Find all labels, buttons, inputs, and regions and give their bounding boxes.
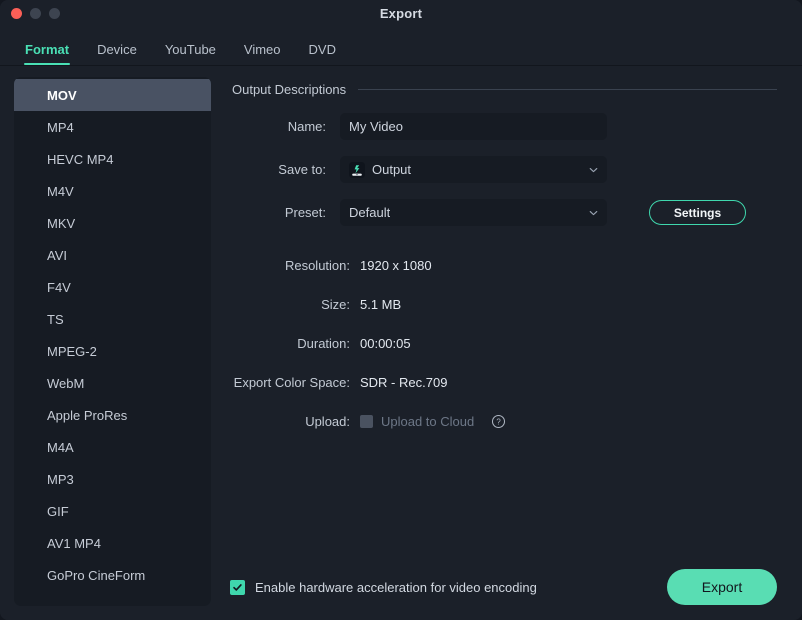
format-item-mpeg-2[interactable]: MPEG-2: [14, 335, 211, 367]
maximize-window-button[interactable]: [49, 8, 60, 19]
name-input-value: My Video: [349, 119, 403, 134]
settings-button[interactable]: Settings: [649, 200, 746, 225]
minimize-window-button[interactable]: [30, 8, 41, 19]
traffic-lights: [11, 0, 60, 27]
upload-to-cloud-label: Upload to Cloud: [381, 414, 474, 429]
hardware-acceleration-checkbox[interactable]: [230, 580, 245, 595]
name-label: Name:: [230, 119, 340, 134]
format-item-ts[interactable]: TS: [14, 303, 211, 335]
save-to-value: Output: [372, 162, 411, 177]
color-space-label: Export Color Space:: [230, 375, 360, 390]
window-title: Export: [0, 6, 802, 21]
size-label: Size:: [230, 297, 360, 312]
size-value: 5.1 MB: [360, 297, 401, 312]
chevron-down-icon: [589, 165, 598, 174]
duration-value: 00:00:05: [360, 336, 411, 351]
upload-row: Upload: Upload to Cloud ?: [230, 414, 777, 429]
section-title: Output Descriptions: [232, 82, 346, 97]
save-to-label: Save to:: [230, 162, 340, 177]
resolution-row: Resolution: 1920 x 1080: [230, 258, 777, 273]
tab-youtube[interactable]: YouTube: [151, 43, 230, 65]
resolution-label: Resolution:: [230, 258, 360, 273]
hardware-acceleration-label: Enable hardware acceleration for video e…: [255, 580, 537, 595]
upload-to-cloud-control: Upload to Cloud ?: [360, 414, 506, 429]
export-button[interactable]: Export: [667, 569, 777, 605]
save-to-row: Save to: Output: [230, 156, 777, 183]
color-space-value: SDR - Rec.709: [360, 375, 447, 390]
svg-text:?: ?: [497, 418, 502, 427]
tab-device[interactable]: Device: [83, 43, 151, 65]
close-window-button[interactable]: [11, 8, 22, 19]
duration-row: Duration: 00:00:05: [230, 336, 777, 351]
format-item-apple-prores[interactable]: Apple ProRes: [14, 399, 211, 431]
color-space-row: Export Color Space: SDR - Rec.709: [230, 375, 777, 390]
format-item-m4v[interactable]: M4V: [14, 175, 211, 207]
format-item-mp3[interactable]: MP3: [14, 463, 211, 495]
output-settings-panel: Output Descriptions Name: My Video Save …: [211, 77, 802, 620]
upload-to-cloud-checkbox: [360, 415, 373, 428]
export-window: Export Format Device YouTube Vimeo DVD M…: [0, 0, 802, 620]
size-row: Size: 5.1 MB: [230, 297, 777, 312]
chevron-down-icon: [589, 208, 598, 217]
tab-bar: Format Device YouTube Vimeo DVD: [0, 27, 802, 66]
name-row: Name: My Video: [230, 113, 777, 140]
title-bar: Export: [0, 0, 802, 27]
dialog-footer: Enable hardware acceleration for video e…: [230, 568, 777, 606]
tab-dvd[interactable]: DVD: [295, 43, 350, 65]
preset-dropdown[interactable]: Default: [340, 199, 607, 226]
save-to-dropdown[interactable]: Output: [340, 156, 607, 183]
format-item-f4v[interactable]: F4V: [14, 271, 211, 303]
section-header: Output Descriptions: [232, 82, 777, 97]
preset-row: Preset: Default Settings: [230, 199, 777, 226]
format-item-avi[interactable]: AVI: [14, 239, 211, 271]
format-item-hevc-mp4[interactable]: HEVC MP4: [14, 143, 211, 175]
tab-vimeo[interactable]: Vimeo: [230, 43, 295, 65]
duration-label: Duration:: [230, 336, 360, 351]
resolution-value: 1920 x 1080: [360, 258, 432, 273]
format-item-av1-mp4[interactable]: AV1 MP4: [14, 527, 211, 559]
format-item-gif[interactable]: GIF: [14, 495, 211, 527]
name-input[interactable]: My Video: [340, 113, 607, 140]
format-item-mov[interactable]: MOV: [14, 79, 211, 111]
tab-format[interactable]: Format: [11, 43, 83, 65]
format-item-mp4[interactable]: MP4: [14, 111, 211, 143]
format-item-webm[interactable]: WebM: [14, 367, 211, 399]
hardware-acceleration-toggle[interactable]: Enable hardware acceleration for video e…: [230, 580, 537, 595]
format-item-mkv[interactable]: MKV: [14, 207, 211, 239]
preset-label: Preset:: [230, 205, 340, 220]
format-list: MOV MP4 HEVC MP4 M4V MKV AVI F4V TS MPEG…: [14, 77, 211, 606]
format-item-gopro-cineform[interactable]: GoPro CineForm: [14, 559, 211, 591]
preset-value: Default: [349, 205, 390, 220]
upload-label: Upload:: [230, 414, 360, 429]
help-circle-icon[interactable]: ?: [491, 414, 506, 429]
dialog-body: MOV MP4 HEVC MP4 M4V MKV AVI F4V TS MPEG…: [0, 66, 802, 620]
format-item-m4a[interactable]: M4A: [14, 431, 211, 463]
section-divider: [358, 89, 777, 90]
drive-icon: [349, 162, 365, 178]
